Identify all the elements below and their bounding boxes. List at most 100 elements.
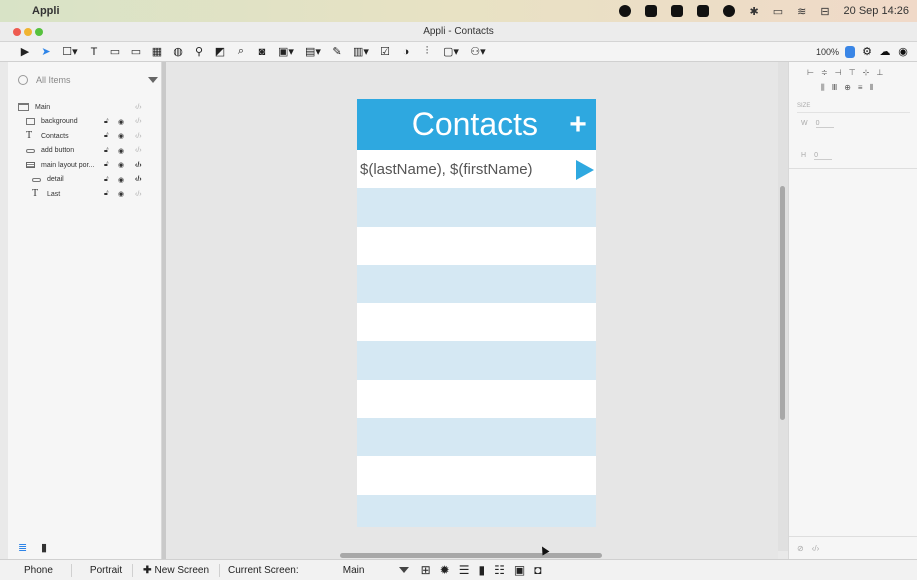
chat-icon[interactable]: ◘ <box>534 563 541 577</box>
eye-icon[interactable]: ◉ <box>118 132 124 140</box>
eye-icon[interactable]: ◉ <box>118 190 124 198</box>
app-menu[interactable]: Appli <box>32 5 60 17</box>
minimize-window-button[interactable] <box>24 28 32 36</box>
equal-height-icon[interactable]: ≡ <box>858 83 863 93</box>
code-icon[interactable]: ‹/› <box>135 162 142 169</box>
dropbox-icon[interactable] <box>671 5 684 17</box>
code-icon[interactable]: ‹/› <box>135 191 142 198</box>
list-item[interactable] <box>357 380 596 418</box>
layer-item[interactable]: main layout por... 🔓︎ ◉ ‹/› <box>18 158 154 173</box>
height-field[interactable]: H 0 <box>801 152 833 160</box>
checkbox-tool-icon[interactable]: ☑ <box>378 45 392 59</box>
code-icon[interactable]: ‹/› <box>135 133 142 140</box>
table-tool-icon[interactable]: ▦ <box>150 45 164 59</box>
map-pin-icon[interactable]: ⚲ <box>192 45 206 59</box>
menu-clock[interactable]: 20 Sep 14:26 <box>844 5 909 17</box>
battery-icon[interactable]: ▭ <box>773 5 783 18</box>
field-tool-icon[interactable]: ▭ <box>129 45 143 59</box>
gear-icon[interactable]: ⚙ <box>861 46 873 58</box>
align-bottom-icon[interactable]: ⊥ <box>876 68 883 77</box>
layer-item[interactable]: Main ‹/› <box>18 100 154 115</box>
bookmark-stack-icon[interactable]: ▮ <box>479 563 486 577</box>
layer-item[interactable]: T Last 🔓︎ ◉ ‹/› <box>18 187 154 202</box>
code-icon[interactable]: ‹/› <box>812 544 820 553</box>
pointer-icon[interactable]: ➤ <box>39 45 53 59</box>
lock-icon[interactable]: 🔓︎ <box>104 118 109 126</box>
layers-search[interactable]: All Items <box>18 72 158 88</box>
screens-grid-icon[interactable]: ⊞ <box>421 563 431 577</box>
close-window-button[interactable] <box>13 28 21 36</box>
align-right-icon[interactable]: ⊣ <box>835 68 842 77</box>
search-tool-icon[interactable]: ⌕ <box>234 45 248 59</box>
bug-icon[interactable]: ✹ <box>440 563 450 577</box>
align-center-h-icon[interactable]: ≑ <box>821 68 828 77</box>
edit-icon[interactable]: ✎ <box>330 45 344 59</box>
lock-icon[interactable]: 🔓︎ <box>104 132 109 140</box>
distribute-h-icon[interactable]: ⫼ <box>821 83 825 93</box>
wifi-icon[interactable]: ≋ <box>797 5 806 18</box>
eye-icon[interactable]: ◉ <box>118 118 124 126</box>
align-middle-v-icon[interactable]: ⊹ <box>863 68 870 77</box>
add-button[interactable]: + <box>564 108 592 142</box>
equal-width-icon[interactable]: ⫴ <box>870 83 873 93</box>
scroll-thumb[interactable] <box>340 553 602 558</box>
camera-icon[interactable]: ◙ <box>255 45 269 59</box>
list-item[interactable] <box>357 341 596 380</box>
list-dropdown-icon[interactable]: ▤▾ <box>303 45 323 59</box>
align-top-icon[interactable]: ⊤ <box>849 68 856 77</box>
toggle-tool-icon[interactable]: ◑ <box>399 45 413 59</box>
zoom-level[interactable]: 100% <box>816 47 839 57</box>
rectangle-dropdown-icon[interactable]: ☐▾ <box>60 45 80 59</box>
width-field[interactable]: W 0 <box>801 120 834 128</box>
list-item[interactable] <box>357 494 596 527</box>
list-item[interactable] <box>357 303 596 341</box>
height-value[interactable]: 0 <box>814 152 833 160</box>
list-item[interactable] <box>357 227 596 265</box>
center-both-icon[interactable]: ⊕ <box>844 83 851 93</box>
layer-item[interactable]: add button 🔓︎ ◉ ‹/› <box>18 144 154 159</box>
code-icon[interactable]: ‹/› <box>135 147 142 154</box>
layer-item[interactable]: detail 🔓︎ ◉ ‹/› <box>18 173 154 188</box>
lock-icon[interactable]: 🔓︎ <box>104 176 109 184</box>
eye-icon[interactable]: ◉ <box>118 161 124 169</box>
lock-icon[interactable]: 🔓︎ <box>104 190 109 198</box>
lock-icon[interactable]: 🔓︎ <box>104 161 109 169</box>
form-dropdown-icon[interactable]: ▥▾ <box>351 45 371 59</box>
list-outline-icon[interactable]: ☷ <box>494 563 505 577</box>
layer-item[interactable]: T Contacts 🔓︎ ◉ ‹/› <box>18 129 154 144</box>
chart-icon[interactable]: ◩ <box>213 45 227 59</box>
list-item[interactable] <box>357 188 596 227</box>
eye-icon[interactable]: ◉ <box>118 147 124 155</box>
lock-icon[interactable]: 🔓︎ <box>104 147 109 155</box>
width-value[interactable]: 0 <box>815 120 834 128</box>
code-icon[interactable]: ‹/› <box>135 104 142 111</box>
text-tool-icon[interactable]: T <box>87 45 101 59</box>
database-icon[interactable]: ☰ <box>459 563 470 577</box>
clipboard-icon[interactable]: ▣ <box>514 563 525 577</box>
cloud-upload-icon[interactable]: ☁ <box>879 46 891 58</box>
chevron-down-icon[interactable] <box>148 77 158 83</box>
circle-icon[interactable] <box>619 5 632 17</box>
layers-list-icon[interactable]: ≣ <box>18 542 27 553</box>
code-icon[interactable]: ‹/› <box>135 118 142 125</box>
sliders-icon[interactable]: ⫶ <box>420 45 434 59</box>
s-badge-icon[interactable] <box>645 5 658 17</box>
zoom-stepper[interactable] <box>845 45 855 58</box>
canvas-horizontal-scrollbar[interactable] <box>166 551 778 559</box>
new-screen-button[interactable]: ✚ New Screen <box>133 563 221 577</box>
detail-arrow-icon[interactable] <box>576 160 594 180</box>
current-screen-select[interactable]: Main <box>319 565 389 576</box>
orientation-selector[interactable]: Portrait <box>72 563 134 577</box>
bookmark-icon[interactable]: ▮ <box>41 542 50 553</box>
location-icon[interactable] <box>723 5 736 17</box>
canvas-vertical-scrollbar[interactable] <box>778 62 788 551</box>
list-item[interactable] <box>357 264 596 304</box>
user-dropdown-icon[interactable]: ⚇▾ <box>468 45 488 59</box>
play-icon[interactable]: ▶ <box>18 45 32 59</box>
globe-icon[interactable]: ◍ <box>171 45 185 59</box>
scroll-thumb[interactable] <box>780 186 785 420</box>
chevron-down-icon[interactable] <box>398 567 409 573</box>
button-tool-icon[interactable]: ▭ <box>108 45 122 59</box>
no-entry-icon[interactable]: ⊘ <box>797 544 804 553</box>
list-item[interactable]: $(lastName), $(firstName) <box>357 150 596 188</box>
